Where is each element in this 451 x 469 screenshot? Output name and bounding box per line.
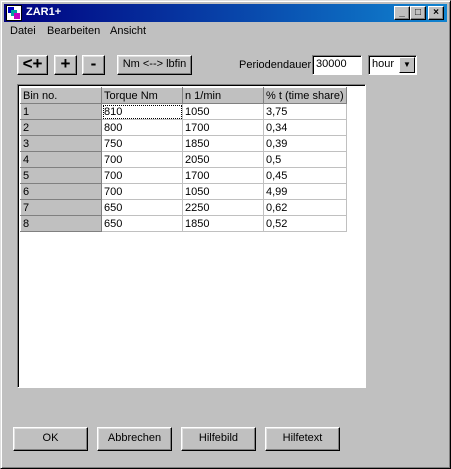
table-row: 6 700 1050 4,99 xyxy=(20,183,347,200)
table-cell[interactable]: 700 xyxy=(101,151,183,168)
title-bar[interactable]: ZAR1+ _ □ × xyxy=(4,4,447,22)
row-header[interactable]: 5 xyxy=(20,167,102,184)
table-cell[interactable]: 700 xyxy=(101,183,183,200)
table-cell[interactable]: 3,75 xyxy=(263,103,347,120)
menu-datei[interactable]: Datei xyxy=(10,25,36,37)
table-cell[interactable]: 1050 xyxy=(182,103,264,120)
table-cell[interactable]: 700 xyxy=(101,167,183,184)
ok-button[interactable]: OK xyxy=(13,427,88,451)
menu-ansicht[interactable]: Ansicht xyxy=(110,25,146,37)
table-cell[interactable]: 1850 xyxy=(182,135,264,152)
table-header-row: Bin no. Torque Nm n 1/min % t (time shar… xyxy=(20,87,347,104)
table-cell[interactable]: 800 xyxy=(101,119,183,136)
table-cell[interactable]: 2250 xyxy=(182,199,264,216)
remove-row-button[interactable]: - xyxy=(82,55,105,75)
table-row: 4 700 2050 0,5 xyxy=(20,151,347,168)
column-header-bin[interactable]: Bin no. xyxy=(20,87,102,104)
add-row-button[interactable]: + xyxy=(54,55,77,75)
table-row: 5 700 1700 0,45 xyxy=(20,167,347,184)
table-cell[interactable]: 1700 xyxy=(182,167,264,184)
column-header-speed[interactable]: n 1/min xyxy=(182,87,264,104)
table-cell[interactable]: 0,45 xyxy=(263,167,347,184)
table-cell[interactable]: 1850 xyxy=(182,215,264,232)
table-row: 1 810 1050 3,75 xyxy=(20,103,347,120)
cancel-button[interactable]: Abbrechen xyxy=(97,427,172,451)
table-row: 8 650 1850 0,52 xyxy=(20,215,347,232)
table-row: 3 750 1850 0,39 xyxy=(20,135,347,152)
minimize-button[interactable]: _ xyxy=(394,6,410,20)
unit-select-value: hour xyxy=(372,58,395,70)
table-cell[interactable]: 1050 xyxy=(182,183,264,200)
window-title: ZAR1+ xyxy=(26,6,62,18)
row-header[interactable]: 1 xyxy=(20,103,102,120)
column-header-torque[interactable]: Torque Nm xyxy=(101,87,183,104)
row-header[interactable]: 3 xyxy=(20,135,102,152)
table-cell[interactable]: 0,62 xyxy=(263,199,347,216)
period-label: Periodendauer xyxy=(239,59,312,71)
main-window: ZAR1+ _ □ × Datei Bearbeiten Ansicht <+ … xyxy=(0,0,451,469)
table-cell[interactable]: 650 xyxy=(101,215,183,232)
maximize-button[interactable]: □ xyxy=(410,6,426,20)
menu-bearbeiten[interactable]: Bearbeiten xyxy=(47,25,100,37)
table-cell[interactable]: 0,52 xyxy=(263,215,347,232)
table-cell[interactable]: 650 xyxy=(101,199,183,216)
close-button[interactable]: × xyxy=(428,6,444,20)
app-icon xyxy=(6,5,22,21)
menu-bar: Datei Bearbeiten Ansicht xyxy=(4,23,447,41)
table-cell[interactable]: 4,99 xyxy=(263,183,347,200)
table-cell[interactable]: 0,5 xyxy=(263,151,347,168)
bins-table[interactable]: Bin no. Torque Nm n 1/min % t (time shar… xyxy=(17,84,366,388)
row-header[interactable]: 2 xyxy=(20,119,102,136)
help-text-button[interactable]: Hilfetext xyxy=(265,427,340,451)
period-input[interactable]: 30000 xyxy=(312,55,362,75)
row-header[interactable]: 6 xyxy=(20,183,102,200)
row-header[interactable]: 4 xyxy=(20,151,102,168)
column-header-time-share[interactable]: % t (time share) xyxy=(263,87,347,104)
row-header[interactable]: 8 xyxy=(20,215,102,232)
table-cell[interactable]: 0,34 xyxy=(263,119,347,136)
table-row: 7 650 2250 0,62 xyxy=(20,199,347,216)
table-cell[interactable]: 0,39 xyxy=(263,135,347,152)
unit-toggle-button[interactable]: Nm <--> lbfin xyxy=(117,55,192,75)
insert-row-button[interactable]: <+ xyxy=(17,55,48,75)
table-cell[interactable]: 1700 xyxy=(182,119,264,136)
table-cell[interactable]: 810 xyxy=(101,103,183,120)
chevron-down-icon[interactable]: ▼ xyxy=(399,57,415,73)
table-row: 2 800 1700 0,34 xyxy=(20,119,347,136)
table-cell[interactable]: 750 xyxy=(101,135,183,152)
row-header[interactable]: 7 xyxy=(20,199,102,216)
help-image-button[interactable]: Hilfebild xyxy=(181,427,256,451)
table-cell[interactable]: 2050 xyxy=(182,151,264,168)
unit-select[interactable]: hour ▼ xyxy=(368,55,417,75)
